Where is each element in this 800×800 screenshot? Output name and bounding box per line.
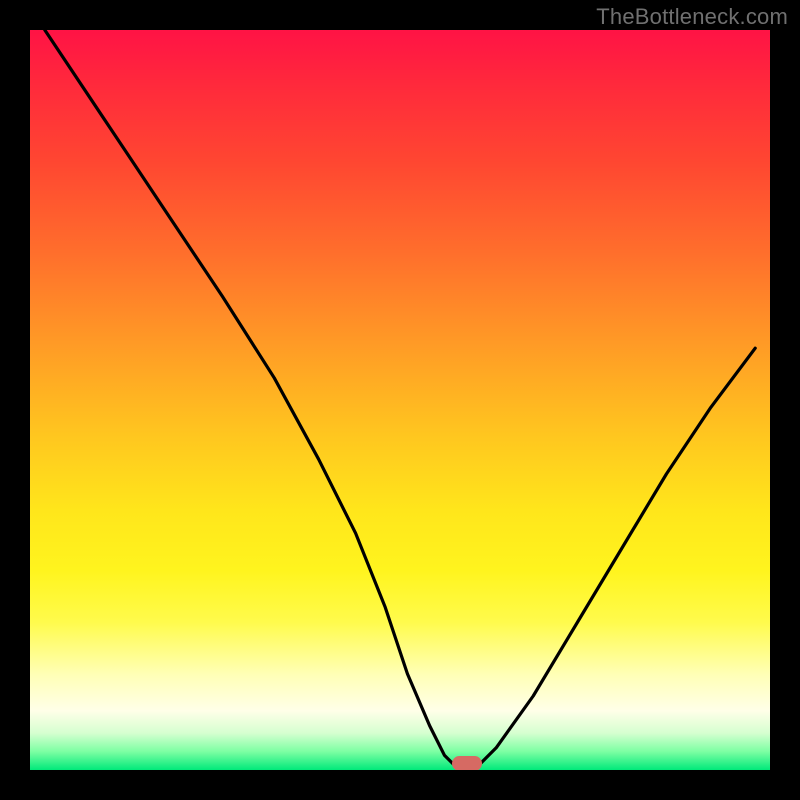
optimum-marker	[452, 756, 482, 770]
curve-layer	[30, 30, 770, 770]
chart-frame: TheBottleneck.com	[0, 0, 800, 800]
watermark-text: TheBottleneck.com	[596, 4, 788, 30]
plot-area	[30, 30, 770, 770]
bottleneck-curve	[45, 30, 755, 770]
